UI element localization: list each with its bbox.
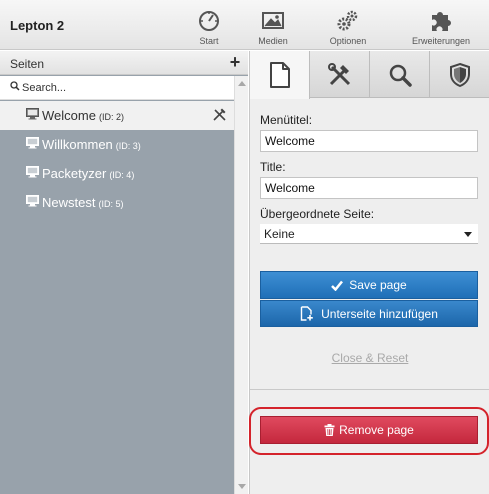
title-label: Title: [260,160,286,174]
add-page-button[interactable]: + [226,51,244,75]
gears-icon [337,10,358,31]
top-toolbar: Lepton 2 Start Medien Optionen Erweiteru… [0,0,489,50]
page-id: (ID: 5) [98,199,124,209]
search-icon [389,64,412,87]
page-name: Welcome [42,108,96,123]
divider [250,389,489,390]
menu-title-field[interactable] [260,130,478,152]
search-icon [10,81,20,91]
close-reset-link[interactable]: Close & Reset [250,351,489,365]
monitor-icon [26,108,39,120]
page-id: (ID: 2) [98,112,124,122]
page-name: Newstest [42,195,96,210]
tools-icon[interactable] [212,107,227,122]
sidebar-header: Seiten + [0,51,248,75]
page-item-packetyzer[interactable]: Packetyzer (ID: 4) [0,159,234,188]
remove-page-label: Remove page [339,423,414,437]
chevron-down-icon [464,232,472,237]
add-subpage-button[interactable]: Unterseite hinzufügen [260,300,478,327]
scroll-up-icon[interactable] [238,81,246,86]
sidebar-scrollbar[interactable] [234,76,248,494]
speedometer-icon [199,11,219,31]
page-tree: Welcome (ID: 2) Willkommen (ID: 3) Packe… [0,101,234,217]
page-item-welcome[interactable]: Welcome (ID: 2) [0,101,234,130]
extensions-button[interactable]: Erweiterungen [404,6,478,46]
parent-page-label: Übergeordnete Seite: [260,207,375,221]
page-id: (ID: 3) [115,141,141,151]
page-item-newstest[interactable]: Newstest (ID: 5) [0,188,234,217]
panel-tabs [250,51,489,99]
page-item-willkommen[interactable]: Willkommen (ID: 3) [0,130,234,159]
page-name: Packetyzer [42,166,107,181]
save-page-button[interactable]: Save page [260,271,478,299]
parent-page-value: Keine [264,227,295,241]
tab-tools[interactable] [310,51,370,98]
monitor-icon [26,166,39,178]
pages-sidebar: Seiten + Welcome(ID: 2) [0,51,248,494]
parent-page-select[interactable]: Keine [260,224,478,244]
media-button[interactable]: Medien [251,6,295,46]
tab-page[interactable] [250,51,310,99]
remove-page-button[interactable]: Remove page [260,416,478,444]
trash-icon [324,424,335,436]
app-title: Lepton 2 [10,18,65,33]
media-label: Medien [258,36,288,46]
shield-icon [450,62,470,87]
scroll-down-icon[interactable] [238,484,246,489]
add-document-icon [300,306,313,321]
puzzle-icon [432,12,451,31]
save-page-label: Save page [349,278,407,292]
options-button[interactable]: Optionen [322,6,374,46]
extensions-label: Erweiterungen [411,36,471,46]
page-search [0,76,234,100]
monitor-icon [26,137,39,149]
start-button[interactable]: Start [193,6,225,46]
page-id: (ID: 4) [109,170,135,180]
page-search-input[interactable] [22,79,222,97]
options-label: Optionen [329,36,367,46]
tools-icon [327,62,350,85]
image-icon [262,12,284,29]
title-field[interactable] [260,177,478,199]
document-icon [269,62,290,88]
menu-title-label: Menütitel: [260,113,313,127]
start-label: Start [199,36,219,46]
tab-search[interactable] [370,51,430,98]
sidebar-title: Seiten [10,57,45,71]
page-form: Menütitel: Title: Übergeordnete Seite: K… [260,113,480,244]
checkmark-icon [331,280,344,291]
page-name: Willkommen [42,137,113,152]
page-properties-panel: Menütitel: Title: Übergeordnete Seite: K… [249,51,489,494]
tab-security[interactable] [430,51,489,98]
monitor-icon [26,195,39,207]
add-subpage-label: Unterseite hinzufügen [321,306,438,321]
